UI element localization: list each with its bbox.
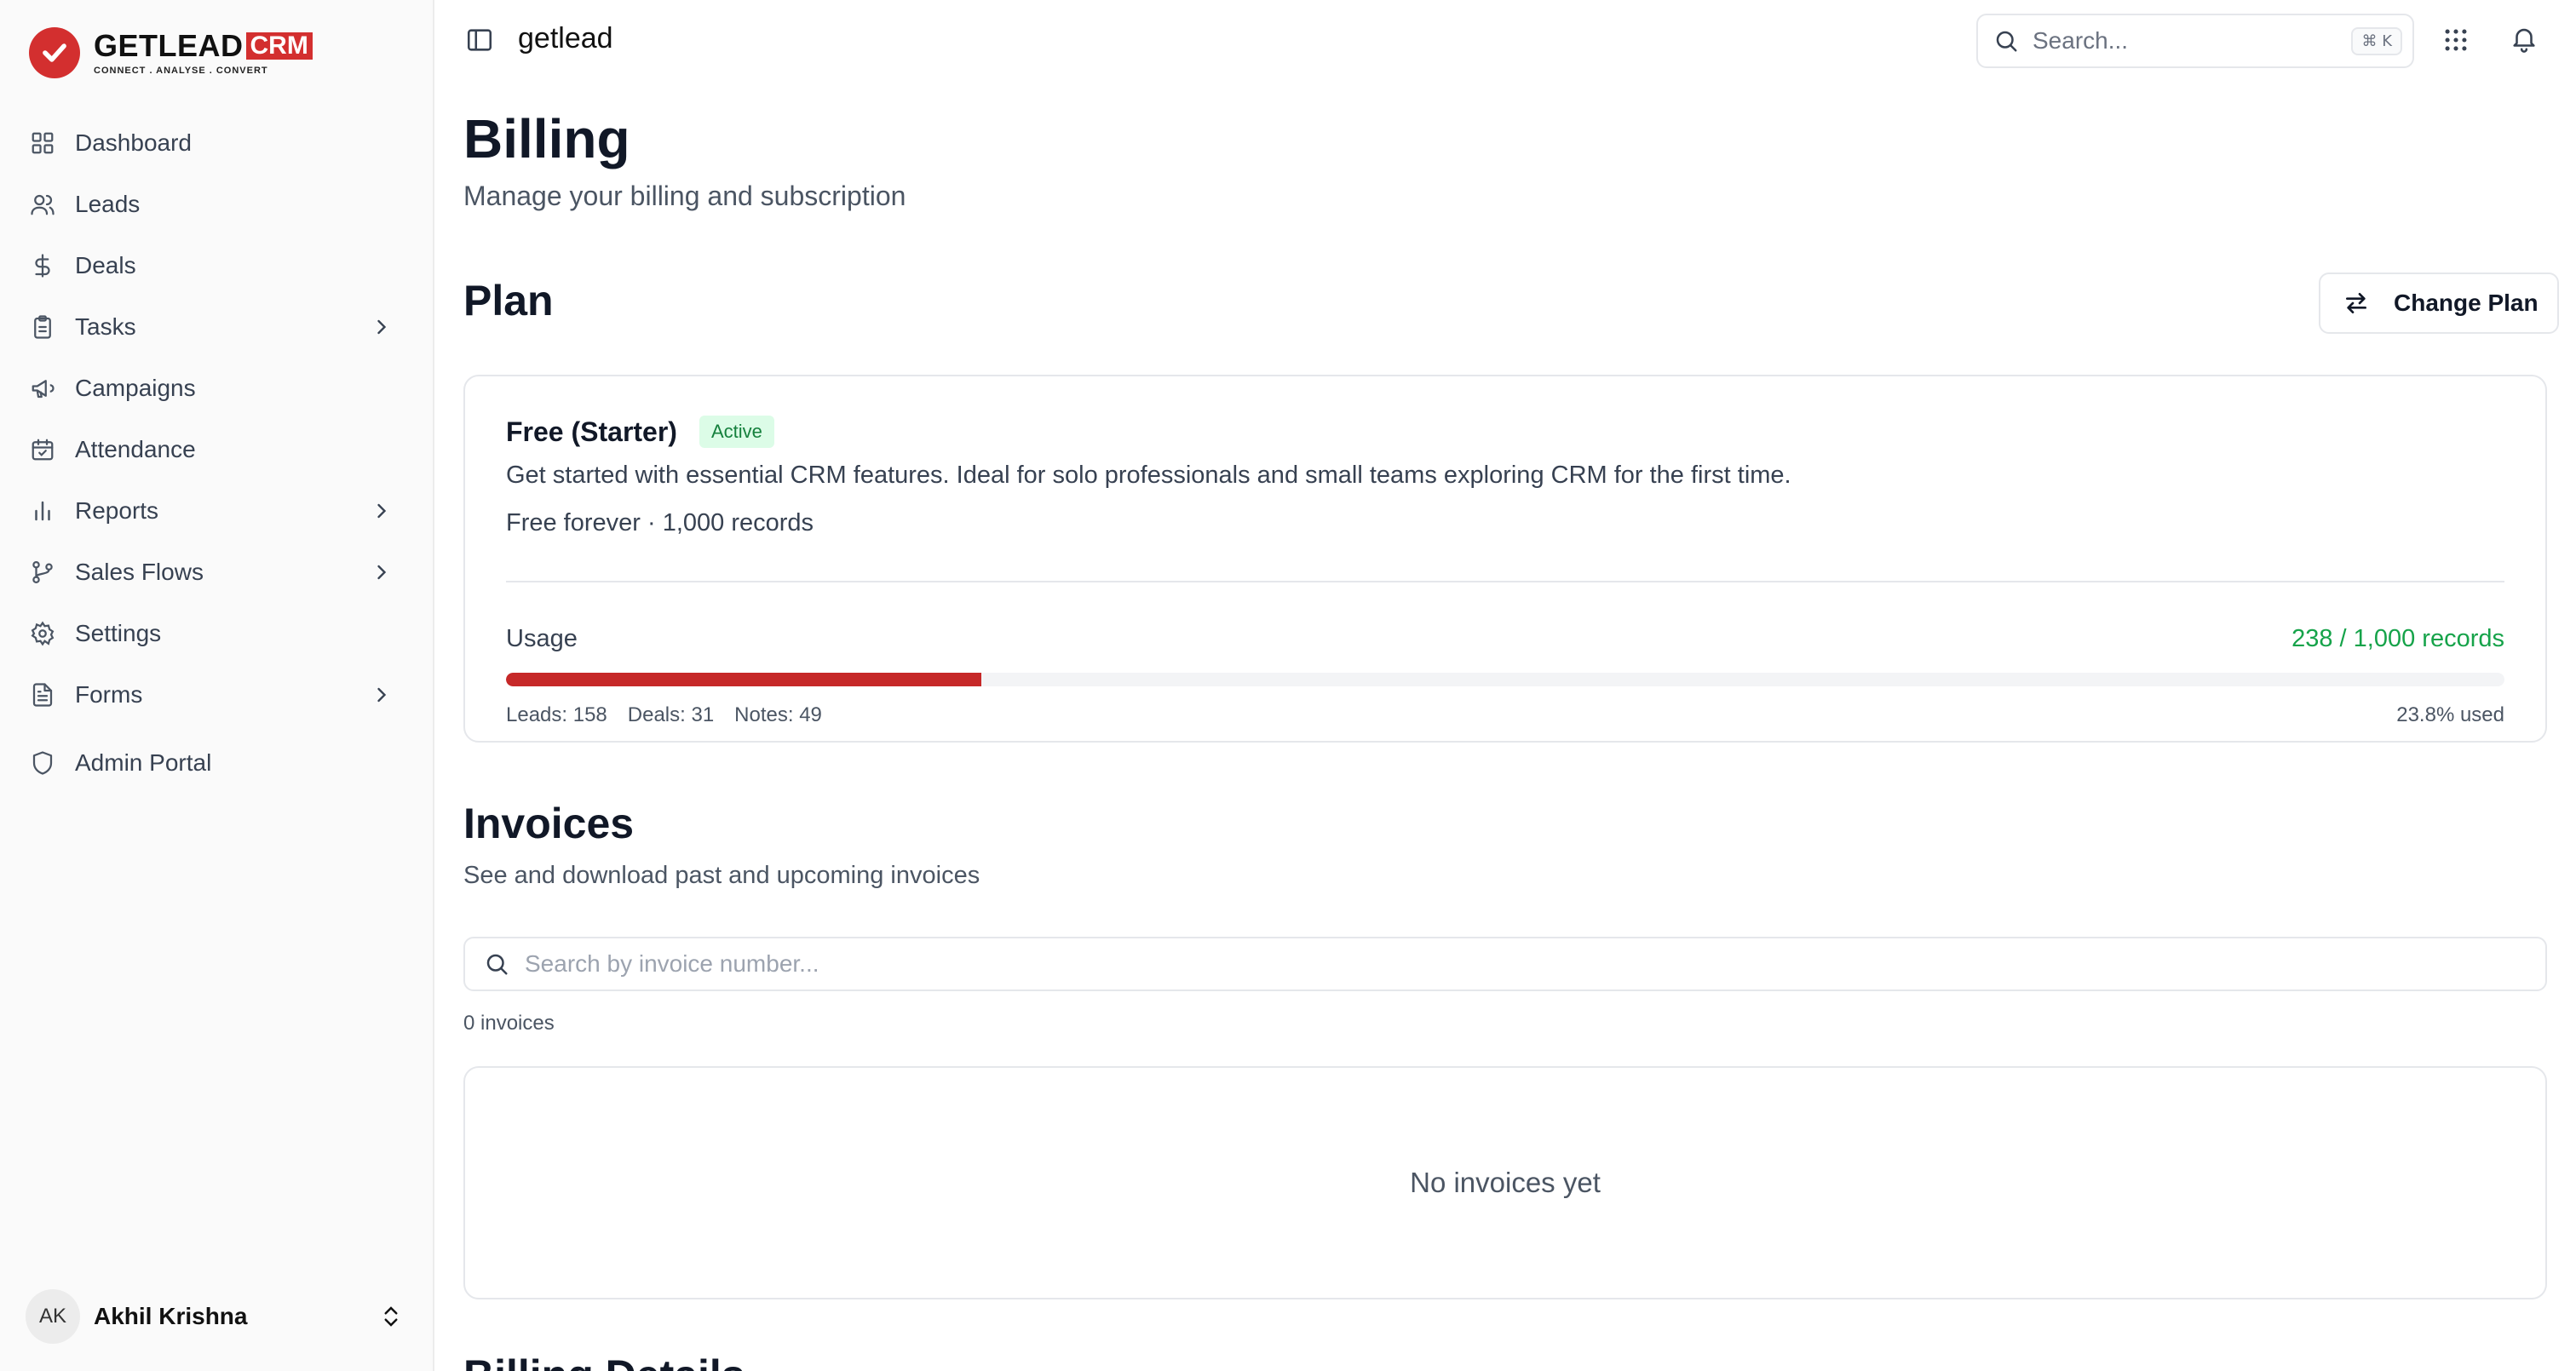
brand-title: GETLEAD CRM [94, 27, 313, 63]
chevron-right-icon [377, 565, 387, 580]
plan-description: Get started with essential CRM features.… [506, 462, 1791, 489]
chevrons-up-down-icon [384, 1306, 398, 1327]
sidebar-item-label: Admin Portal [75, 749, 212, 776]
change-plan-button[interactable]: Change Plan [2319, 272, 2559, 334]
user-name: Akhil Krishna [94, 1303, 248, 1329]
page-title: Billing [463, 108, 630, 169]
invoices-subtitle: See and download past and upcoming invoi… [463, 862, 980, 889]
sidebar-nav: Dashboard Leads Deals Tasks Campaigns At… [20, 112, 412, 794]
plan-card: Free (Starter) Active Get started with e… [463, 375, 2547, 743]
chevron-right-icon [377, 687, 387, 703]
check-icon [29, 27, 80, 78]
shield-icon [29, 749, 56, 777]
user-menu[interactable]: AK Akhil Krishna [26, 1288, 409, 1345]
invoices-section-title: Invoices [463, 800, 635, 847]
search-icon [486, 954, 508, 975]
search-icon [1996, 31, 2017, 52]
sidebar-item-campaigns[interactable]: Campaigns [20, 358, 412, 419]
sidebar-item-label: Dashboard [75, 129, 192, 156]
usage-leads: Leads: 158 [506, 703, 607, 726]
sidebar-item-settings[interactable]: Settings [20, 603, 412, 664]
usage-progress-bar [506, 673, 2504, 686]
usage-value: 238 / 1,000 records [2291, 625, 2504, 652]
grid-apps-icon[interactable] [2441, 26, 2470, 54]
invoices-empty-state: No invoices yet [463, 1066, 2547, 1299]
workspace-name: getlead [518, 22, 613, 54]
sidebar: GETLEAD CRM CONNECT . ANALYSE . CONVERT … [0, 0, 434, 1371]
brand-tagline: CONNECT . ANALYSE . CONVERT [94, 65, 268, 76]
divider [506, 581, 2504, 582]
calendar-check-icon [29, 436, 56, 463]
sidebar-item-forms[interactable]: Forms [20, 664, 412, 726]
sidebar-item-label: Campaigns [75, 375, 196, 401]
users-icon [29, 191, 56, 218]
gear-icon [29, 620, 56, 647]
usage-breakdown: Leads: 158 Deals: 31 Notes: 49 [506, 703, 822, 727]
file-text-icon [29, 681, 56, 708]
avatar: AK [26, 1289, 80, 1344]
usage-deals: Deals: 31 [627, 703, 715, 726]
usage-percent: 23.8% used [2396, 703, 2504, 726]
sidebar-item-label: Sales Flows [75, 559, 204, 585]
empty-state-text: No invoices yet [1410, 1167, 1601, 1198]
sidebar-item-label: Settings [75, 620, 162, 646]
billing-details-section-title: Billing Details [463, 1351, 745, 1371]
sidebar-item-leads[interactable]: Leads [20, 174, 412, 235]
brand-text: GETLEAD CRM CONNECT . ANALYSE . CONVERT [94, 27, 313, 76]
sidebar-item-attendance[interactable]: Attendance [20, 419, 412, 480]
git-branch-icon [29, 559, 56, 586]
brand-logo[interactable]: GETLEAD CRM CONNECT . ANALYSE . CONVERT [29, 27, 313, 78]
plan-section-title: Plan [463, 277, 554, 324]
sidebar-item-label: Attendance [75, 436, 196, 462]
sidebar-toggle-icon[interactable] [465, 26, 494, 54]
sidebar-item-sales-flows[interactable]: Sales Flows [20, 542, 412, 603]
sidebar-item-reports[interactable]: Reports [20, 480, 412, 542]
sidebar-item-label: Deals [75, 252, 136, 278]
clipboard-icon [29, 313, 56, 341]
sidebar-item-deals[interactable]: Deals [20, 235, 412, 296]
global-search[interactable]: Search... ⌘ K [1976, 14, 2414, 68]
search-shortcut: ⌘ K [2351, 26, 2402, 55]
page-subtitle: Manage your billing and subscription [463, 181, 906, 211]
usage-progress-fill [506, 673, 982, 686]
topbar: getlead Search... ⌘ K [434, 0, 2576, 82]
global-search-placeholder: Search... [2033, 27, 2129, 54]
swap-arrows-icon [2346, 293, 2366, 313]
brand-suffix: CRM [245, 32, 313, 60]
status-badge: Active [699, 416, 774, 448]
plan-name: Free (Starter) [506, 416, 677, 447]
change-plan-label: Change Plan [2394, 290, 2539, 316]
bar-chart-icon [29, 497, 56, 525]
megaphone-icon [29, 375, 56, 402]
plan-header: Free (Starter) Active [506, 416, 774, 448]
sidebar-item-admin-portal[interactable]: Admin Portal [20, 732, 412, 794]
sidebar-item-label: Tasks [75, 313, 136, 340]
brand-name: GETLEAD [94, 27, 244, 63]
chevron-right-icon [377, 319, 387, 335]
app-root: GETLEAD CRM CONNECT . ANALYSE . CONVERT … [0, 0, 2576, 1371]
invoice-search [463, 937, 2547, 991]
usage-label: Usage [506, 625, 578, 652]
invoice-count: 0 invoices [463, 1012, 555, 1035]
usage-notes: Notes: 49 [734, 703, 822, 726]
bell-icon[interactable] [2510, 24, 2539, 53]
plan-price: Free forever · 1,000 records [506, 509, 814, 536]
sidebar-item-label: Reports [75, 497, 159, 524]
sidebar-item-dashboard[interactable]: Dashboard [20, 112, 412, 174]
main-content: getlead Search... ⌘ K Billing Manage you… [434, 0, 2576, 1371]
invoice-search-input[interactable] [525, 950, 2545, 978]
dollar-icon [29, 252, 56, 279]
dashboard-icon [29, 129, 56, 157]
sidebar-item-tasks[interactable]: Tasks [20, 296, 412, 358]
chevron-right-icon [377, 503, 387, 519]
sidebar-item-label: Leads [75, 191, 141, 217]
sidebar-item-label: Forms [75, 681, 143, 708]
